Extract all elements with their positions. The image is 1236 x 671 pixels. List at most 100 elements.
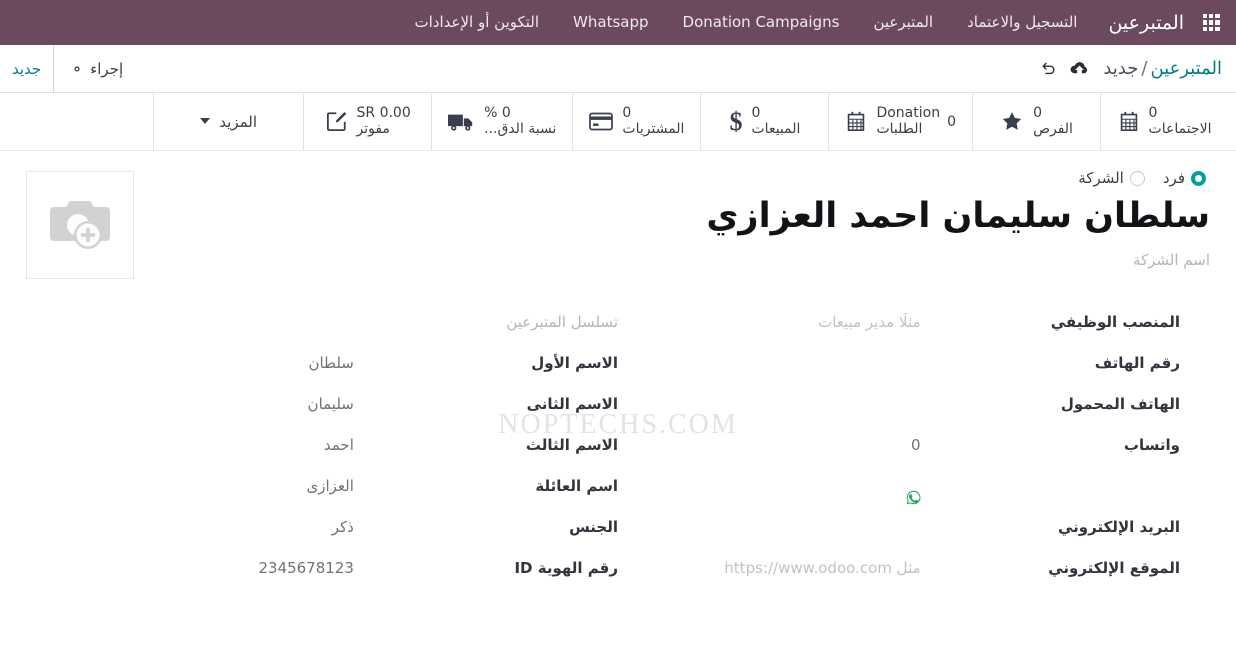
- field-website[interactable]: الموقع الإلكتروني مثل https://www.odoo.c…: [628, 559, 1180, 600]
- field-third-name-label: الاسم الثالث: [525, 436, 618, 454]
- action-menu-button[interactable]: إجراء: [54, 60, 139, 78]
- form-header-area: فرد الشركة سلطان سليمان احمد العزازي اسم…: [26, 167, 1210, 279]
- stat-meetings[interactable]: 0 الاجتماعات: [1100, 93, 1228, 150]
- stat-purchases-value: 0: [622, 104, 632, 121]
- calendar-icon: [845, 111, 867, 133]
- field-first-name[interactable]: الاسم الأول سلطان: [56, 354, 618, 395]
- field-email[interactable]: البريد الإلكتروني: [628, 518, 1180, 559]
- field-gender-label: الجنس: [569, 518, 618, 536]
- top-navbar: المتبرعين التسجيل والاعتماد المتبرعين Do…: [0, 0, 1236, 45]
- field-family-name-value[interactable]: العزازى: [56, 477, 353, 495]
- stat-ontime-rate-label: نسبة الدق...: [484, 120, 557, 137]
- stat-sales[interactable]: 0 المبيعات $: [700, 93, 828, 150]
- field-id-number-value[interactable]: 2345678123: [56, 559, 353, 577]
- field-job-position-label: المنصب الوظيفي: [1050, 313, 1180, 331]
- calendar-icon: [1118, 111, 1140, 133]
- field-gender[interactable]: الجنس ذكر: [56, 518, 618, 559]
- field-third-name[interactable]: الاسم الثالث احمد: [56, 436, 618, 477]
- new-button[interactable]: جديد: [0, 44, 55, 93]
- cloud-upload-icon[interactable]: [1070, 61, 1089, 76]
- new-button-label: جديد: [12, 59, 42, 78]
- field-family-name-label: اسم العائلة: [535, 477, 618, 495]
- form-sheet: NOPTECHS.COM فرد الشركة سلطان سليمان احم…: [0, 151, 1236, 616]
- stat-donation-orders[interactable]: 0 Donation الطلبات: [828, 93, 972, 150]
- form-column-left: المنصب الوظيفي مثلًا مدير مبيعات رقم اله…: [618, 313, 1210, 600]
- radio-company[interactable]: الشركة: [1078, 169, 1145, 187]
- breadcrumb-area: المتبرعين/جديد: [1040, 58, 1222, 79]
- stat-purchases-label: المشتريات: [622, 120, 685, 137]
- field-email-label: البريد الإلكتروني: [1058, 518, 1180, 536]
- nav-item-donors[interactable]: المتبرعين: [856, 0, 950, 45]
- radio-individual[interactable]: فرد: [1163, 169, 1206, 187]
- control-panel: المتبرعين/جديد إجراء جديد: [0, 44, 1236, 93]
- whatsapp-icon[interactable]: [906, 490, 921, 505]
- radio-individual-dot[interactable]: [1191, 170, 1206, 186]
- stat-invoiced-value: 0.00 SR: [356, 104, 411, 121]
- field-id-number-label: رقم الهوية ID: [514, 559, 618, 577]
- field-id-number[interactable]: رقم الهوية ID 2345678123: [56, 559, 618, 600]
- action-menu-label: إجراء: [90, 59, 124, 78]
- stat-opportunities[interactable]: 0 الفرص: [972, 93, 1100, 150]
- stat-donation-orders-value: 0: [947, 113, 956, 130]
- stat-purchases[interactable]: 0 المشتريات: [572, 93, 700, 150]
- radio-individual-label: فرد: [1162, 169, 1185, 187]
- nav-item-registration[interactable]: التسجيل والاعتماد: [950, 0, 1094, 45]
- stat-meetings-label: الاجتماعات: [1148, 120, 1212, 137]
- field-website-value[interactable]: مثل https://www.odoo.com: [628, 559, 920, 577]
- form-columns: المنصب الوظيفي مثلًا مدير مبيعات رقم اله…: [26, 313, 1210, 600]
- avatar[interactable]: [26, 171, 134, 279]
- radio-company-dot[interactable]: [1129, 170, 1145, 186]
- field-first-name-value[interactable]: سلطان: [56, 354, 353, 372]
- field-second-name-value[interactable]: سليمان: [56, 395, 354, 413]
- form-column-right: تسلسل المتبرعين الاسم الأول سلطان الاسم …: [26, 313, 618, 600]
- breadcrumb-current: جديد: [1103, 58, 1139, 79]
- field-job-position-value[interactable]: مثلًا مدير مبيعات: [628, 313, 920, 331]
- field-first-name-label: الاسم الأول: [531, 354, 618, 372]
- field-donor-sequence[interactable]: تسلسل المتبرعين: [56, 313, 618, 354]
- field-donor-sequence-label: تسلسل المتبرعين: [506, 313, 618, 331]
- pencil-square-icon: [325, 110, 348, 133]
- field-mobile[interactable]: الهاتف المحمول: [628, 395, 1180, 436]
- control-panel-actions: إجراء جديد: [0, 44, 139, 93]
- company-name-placeholder[interactable]: اسم الشركة: [1133, 251, 1210, 269]
- stat-sales-label: المبيعات: [751, 120, 801, 137]
- undo-icon[interactable]: [1040, 61, 1056, 77]
- field-gender-value[interactable]: ذكر: [56, 518, 354, 536]
- app-brand-name[interactable]: المتبرعين: [1094, 12, 1194, 34]
- stat-ontime-rate-value: 0 %: [484, 104, 511, 121]
- field-whatsapp-value[interactable]: 0: [628, 436, 921, 454]
- stat-ontime-rate[interactable]: 0 % نسبة الدق...: [431, 93, 572, 150]
- nav-item-whatsapp[interactable]: Whatsapp: [556, 0, 665, 45]
- field-phone[interactable]: رقم الهاتف: [628, 354, 1180, 395]
- stat-invoiced[interactable]: 0.00 SR مفوتر: [303, 93, 431, 150]
- field-second-name[interactable]: الاسم الثانى سليمان: [56, 395, 618, 436]
- nav-item-donation-campaigns[interactable]: Donation Campaigns: [666, 0, 857, 45]
- field-third-name-value[interactable]: احمد: [56, 436, 354, 454]
- field-whatsapp[interactable]: واتساب 0: [628, 436, 1180, 477]
- stat-more-button[interactable]: المزيد: [153, 93, 303, 150]
- apps-grid-icon[interactable]: [1194, 0, 1228, 45]
- credit-card-icon: [589, 112, 614, 131]
- gear-icon: [70, 62, 84, 76]
- field-second-name-label: الاسم الثانى: [526, 395, 618, 413]
- form-title-block: فرد الشركة سلطان سليمان احمد العزازي اسم…: [134, 167, 1210, 269]
- stat-meetings-value: 0: [1148, 104, 1158, 121]
- star-icon: [1000, 110, 1024, 133]
- breadcrumb-root-link[interactable]: المتبرعين: [1150, 58, 1222, 79]
- truck-icon: [448, 112, 475, 132]
- stat-donation-orders-label-line1: Donation: [876, 104, 941, 121]
- field-job-position[interactable]: المنصب الوظيفي مثلًا مدير مبيعات: [628, 313, 1180, 354]
- chevron-down-icon: [200, 118, 211, 125]
- field-whatsapp-link[interactable]: [628, 477, 1180, 518]
- page-title[interactable]: سلطان سليمان احمد العزازي: [706, 195, 1210, 239]
- partner-type-radio-group: فرد الشركة: [134, 167, 1206, 189]
- field-family-name[interactable]: اسم العائلة العزازى: [56, 477, 618, 518]
- radio-company-label: الشركة: [1078, 169, 1124, 187]
- dollar-icon: $: [729, 106, 743, 136]
- field-website-label: الموقع الإلكتروني: [1048, 559, 1180, 577]
- stat-opportunities-label: الفرص: [1033, 120, 1073, 137]
- camera-add-icon: [48, 197, 112, 253]
- record-title-block: سلطان سليمان احمد العزازي اسم الشركة: [134, 195, 1210, 269]
- nav-item-configuration[interactable]: التكوين أو الإعدادات: [398, 0, 557, 45]
- field-whatsapp-label: واتساب: [1123, 436, 1180, 454]
